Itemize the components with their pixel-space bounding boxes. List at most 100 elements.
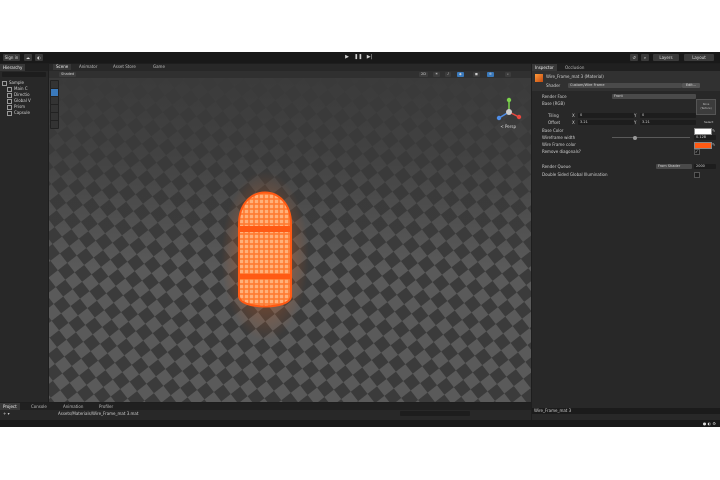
- inspector-asset-bar: Wire_Frame_mat 3: [532, 408, 720, 414]
- tiling-x-field[interactable]: 0: [578, 113, 634, 118]
- search-icon[interactable]: ⌕: [505, 72, 511, 77]
- gameobject-icon: [7, 98, 12, 104]
- inspector-asset-label: Wire_Frame_mat 3: [534, 408, 572, 413]
- collab-icon[interactable]: ◐: [35, 54, 43, 61]
- scene-viewport[interactable]: [49, 64, 531, 402]
- unity-scene-icon: [2, 80, 7, 86]
- tab-profiler[interactable]: Profiler: [96, 403, 116, 410]
- hierarchy-item-label: Capsule: [14, 110, 30, 115]
- account-button[interactable]: Sign in: [3, 54, 20, 61]
- material-header: Wire_Frame_mat 3 (Material) Shader Custo…: [532, 71, 720, 91]
- tiling-y-label: Y: [634, 113, 637, 118]
- hierarchy-search[interactable]: [2, 72, 46, 77]
- persp-label[interactable]: < Persp: [500, 124, 516, 129]
- layers-dropdown[interactable]: Layers: [653, 54, 679, 61]
- tiling-label: Tiling: [548, 113, 559, 118]
- scene-view[interactable]: Scene Animator Asset Store Game Shaded 2…: [49, 64, 531, 402]
- inspector-panel: Inspector Occlusion Wire_Frame_mat 3 (Ma…: [532, 64, 720, 427]
- tab-hierarchy[interactable]: Hierarchy: [0, 64, 26, 71]
- gameobject-icon: [7, 92, 12, 98]
- project-tabbar: Project Console Animation Profiler: [0, 403, 531, 410]
- tab-asset-store[interactable]: Asset Store: [110, 64, 139, 70]
- search-icon[interactable]: ⌕: [641, 54, 649, 61]
- project-search[interactable]: [400, 411, 470, 416]
- base-texture-slot[interactable]: None (Texture): [696, 99, 716, 115]
- wire-width-slider-handle[interactable]: [633, 135, 637, 140]
- progress-icon: ● ◐ ⚙: [702, 421, 716, 426]
- lighting-toggle[interactable]: ☀: [433, 72, 441, 77]
- history-icon[interactable]: ↺: [630, 54, 638, 61]
- hierarchy-item-label: Global V: [14, 98, 31, 103]
- gameobject-icon: [7, 110, 12, 116]
- tab-inspector[interactable]: Inspector: [532, 64, 557, 71]
- render-queue-field[interactable]: 2000: [694, 164, 716, 169]
- hierarchy-list: Sample Main C Directio Global V Prism Ca…: [2, 80, 31, 116]
- hierarchy-item-capsule[interactable]: Capsule: [2, 110, 31, 116]
- layout-dropdown[interactable]: Layout: [684, 54, 714, 61]
- tab-game[interactable]: Game: [150, 64, 168, 70]
- wire-width-field[interactable]: 0.128: [694, 135, 716, 140]
- select-texture-button[interactable]: Select: [704, 120, 713, 125]
- scene-subtoolbar: Shaded 2D ☀ ♪ ◆ ◼ ⊕ ⌕: [49, 71, 531, 78]
- tab-animation[interactable]: Animation: [60, 403, 86, 410]
- base-color-label: Base Color: [542, 128, 564, 133]
- camera-icon[interactable]: ◼: [473, 72, 480, 77]
- eyedropper-icon[interactable]: ✎: [712, 128, 715, 133]
- wireframe-capsule[interactable]: [235, 191, 295, 308]
- tab-console[interactable]: Console: [28, 403, 50, 410]
- render-queue-dropdown[interactable]: From Shader: [656, 164, 692, 169]
- double-sided-gi-checkbox[interactable]: [694, 172, 700, 178]
- audio-toggle[interactable]: ♪: [445, 72, 452, 77]
- material-name: Wire_Frame_mat 3 (Material): [546, 74, 604, 79]
- asset-path-breadcrumb: Assets/Materials/Wire_Frame_mat 3.mat: [58, 411, 139, 416]
- cloud-icon[interactable]: ☁: [24, 54, 32, 61]
- inspector-tabbar: Inspector Occlusion: [532, 64, 720, 71]
- tab-scene[interactable]: Scene: [53, 64, 72, 70]
- offset-y-field[interactable]: 3.21: [640, 120, 696, 125]
- tab-animator[interactable]: Animator: [76, 64, 100, 70]
- remove-diagonals-checkbox[interactable]: ✓: [694, 149, 700, 155]
- hierarchy-panel: Hierarchy Sample Main C Directio Global …: [0, 64, 48, 402]
- hierarchy-item-label: Prism: [14, 104, 26, 109]
- remove-diagonals-label: Remove diagonals?: [542, 149, 581, 154]
- base-color-swatch[interactable]: [694, 128, 712, 135]
- step-icon[interactable]: ▶|: [365, 54, 375, 61]
- hierarchy-tabbar: Hierarchy: [0, 64, 48, 71]
- hierarchy-item-label: Main C: [14, 86, 28, 91]
- gameobject-icon: [7, 104, 12, 110]
- scale-tool-icon[interactable]: [51, 105, 58, 112]
- eyedropper-icon[interactable]: ✎: [712, 142, 715, 147]
- shader-dropdown[interactable]: Custom/Wire Frame: [568, 83, 682, 88]
- render-face-dropdown[interactable]: Front: [612, 94, 696, 99]
- hierarchy-item-label: Directio: [14, 92, 30, 97]
- move-tool-icon[interactable]: [51, 89, 58, 96]
- tiling-y-field[interactable]: 0: [640, 113, 696, 118]
- wire-color-label: Wire Frame color: [542, 142, 576, 147]
- offset-x-label: X: [572, 120, 575, 125]
- render-queue-label: Render Queue: [542, 164, 571, 169]
- main-toolbar: Sign in ☁ ◐ ▶ ❚❚ ▶| ↺ ⌕ Layers Layout: [0, 52, 720, 63]
- wire-color-swatch[interactable]: [694, 142, 712, 149]
- play-icon[interactable]: ▶: [342, 54, 352, 61]
- tab-project[interactable]: Project: [0, 403, 20, 410]
- 2d-toggle[interactable]: 2D: [419, 72, 428, 77]
- status-bar: ● ◐ ⚙: [0, 420, 720, 427]
- render-face-label: Render Face: [542, 94, 567, 99]
- rotate-tool-icon[interactable]: [51, 97, 58, 104]
- tab-occlusion[interactable]: Occlusion: [562, 64, 587, 71]
- wire-width-slider[interactable]: [612, 135, 690, 140]
- effects-toggle[interactable]: ◆: [457, 72, 464, 77]
- shader-label: Shader: [546, 83, 561, 88]
- hand-tool-icon[interactable]: [51, 81, 58, 88]
- tools-overlay: [50, 80, 59, 129]
- offset-label: Offset: [548, 120, 561, 125]
- pause-icon[interactable]: ❚❚: [353, 54, 363, 61]
- transform-tool-icon[interactable]: [51, 121, 58, 128]
- offset-x-field[interactable]: 3.21: [578, 120, 634, 125]
- gizmos-toggle[interactable]: ⊕: [487, 72, 494, 77]
- play-controls: ▶ ❚❚ ▶|: [342, 54, 375, 61]
- shading-dropdown[interactable]: Shaded: [59, 72, 77, 77]
- rect-tool-icon[interactable]: [51, 113, 58, 120]
- add-button[interactable]: + ▾: [3, 411, 10, 416]
- edit-shader-button[interactable]: Edit...: [682, 83, 700, 88]
